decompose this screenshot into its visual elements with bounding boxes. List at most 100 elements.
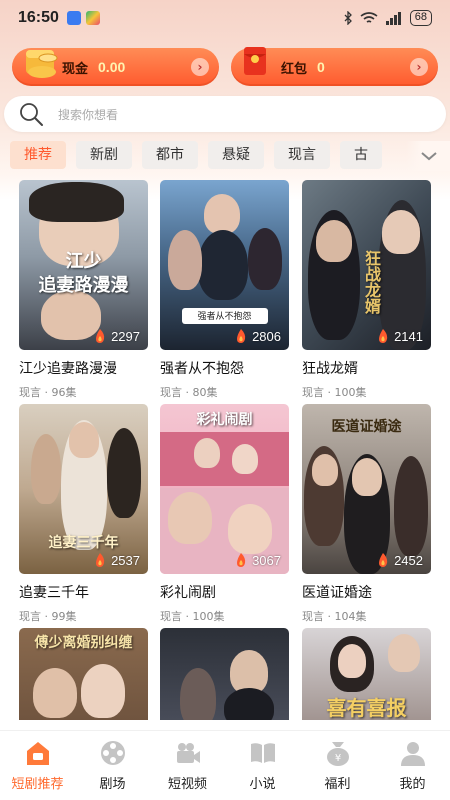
poster-overlay-title: 傅少离婚别纠缠 — [34, 635, 133, 651]
drama-title: 彩礼闹剧 — [160, 585, 216, 601]
poster-overlay-title: 强者从不抱怨 — [197, 312, 252, 322]
poster-overlay-title: 狂战龙婿 — [362, 250, 381, 314]
video-camera-icon — [176, 743, 200, 763]
book-icon — [250, 743, 275, 763]
colorful-app-icon — [85, 11, 100, 25]
flame-icon — [96, 329, 105, 343]
drama-meta: 现言 · 96集 — [19, 386, 77, 399]
drama-card[interactable]: 强者从不抱怨 2806 强者从不抱怨 现言 · 80集 — [160, 180, 289, 400]
drama-title: 狂战龙婿 — [302, 361, 358, 377]
drama-title: 江少追妻路漫漫 — [19, 361, 117, 377]
drama-poster: 狂战龙婿 2141 — [302, 180, 431, 350]
drama-title: 追妻三千年 — [19, 585, 89, 601]
poster-overlay-title: 追妻三千年 — [48, 535, 119, 551]
poster-overlay-title: 喜有喜报 — [326, 696, 407, 720]
drama-poster: 医道证婚途 2452 — [302, 404, 431, 574]
heat-indicator: 2806 — [234, 328, 281, 344]
flame-icon — [379, 553, 388, 567]
drama-card[interactable]: 追妻三千年 2537 追妻三千年 现言 · 99集 — [19, 404, 148, 624]
tab-new-drama[interactable]: 新剧 — [76, 141, 132, 169]
nav-label: 我的 — [399, 777, 426, 792]
poster-overlay-title: 江少 追妻路漫漫 — [38, 251, 129, 296]
nav-theater[interactable]: 剧场 — [75, 731, 150, 800]
battery-indicator: 68 — [409, 10, 432, 26]
film-reel-icon — [100, 741, 125, 765]
nav-label: 短视频 — [167, 777, 207, 792]
flame-icon — [237, 553, 246, 567]
shield-app-icon — [66, 11, 81, 25]
drama-meta: 现言 · 100集 — [302, 386, 367, 399]
search-bar[interactable]: 搜索你想看 — [4, 96, 446, 132]
drama-poster: 彩礼闹剧 3067 — [160, 404, 289, 574]
bluetooth-icon — [344, 11, 352, 25]
drama-poster — [160, 628, 289, 720]
gold-coin-icon — [26, 50, 58, 78]
drama-grid: 江少 追妻路漫漫 2297 江少追妻路漫漫 现言 · 96集 强者从不抱怨 28… — [19, 180, 431, 720]
heat-count: 2806 — [252, 328, 281, 344]
drama-meta: 现言 · 100集 — [160, 610, 225, 623]
cash-wallet-button[interactable]: 现金 0.00 › — [12, 48, 219, 86]
heat-count: 3067 — [252, 552, 281, 568]
red-packet-icon — [244, 47, 266, 75]
flame-icon — [96, 553, 105, 567]
gift-money-icon: ¥ — [326, 742, 349, 766]
tab-suspense[interactable]: 悬疑 — [208, 141, 264, 169]
drama-card[interactable]: 医道证婚途 2452 医道证婚途 现言 · 104集 — [302, 404, 431, 624]
heat-count: 2297 — [111, 328, 140, 344]
chevron-right-icon: › — [410, 58, 428, 76]
drama-meta: 现言 · 99集 — [19, 610, 77, 623]
tab-ancient[interactable]: 古 — [340, 141, 382, 169]
profile-icon — [400, 742, 425, 766]
category-tabs: 推荐 新剧 都市 悬疑 现言 古 — [10, 141, 450, 171]
drama-card[interactable]: 江少 追妻路漫漫 2297 江少追妻路漫漫 现言 · 96集 — [19, 180, 148, 400]
drama-poster: 傅少离婚别纠缠 — [19, 628, 148, 720]
flame-icon — [237, 329, 246, 343]
nav-welfare[interactable]: ¥ 福利 — [300, 731, 375, 800]
bottom-nav: 短剧推荐 剧场 短视频 小说 ¥ 福利 我的 — [0, 730, 450, 800]
cash-value: 0.00 — [98, 59, 126, 75]
red-packet-value: 0 — [317, 59, 325, 75]
chevron-right-icon: › — [191, 58, 209, 76]
heat-indicator: 2141 — [376, 328, 423, 344]
drama-card[interactable] — [160, 628, 289, 720]
status-notification-icons — [66, 11, 100, 25]
nav-short-video[interactable]: 短视频 — [150, 731, 225, 800]
drama-meta: 现言 · 80集 — [160, 386, 218, 399]
heat-count: 2452 — [394, 552, 423, 568]
nav-short-drama-recommend[interactable]: 短剧推荐 — [0, 731, 75, 800]
wallet-row: 现金 0.00 › 红包 0 › — [12, 47, 438, 86]
flame-icon — [379, 329, 388, 343]
nav-profile[interactable]: 我的 — [375, 731, 450, 800]
signal-icon — [385, 11, 401, 25]
drama-title: 强者从不抱怨 — [160, 361, 244, 377]
heat-indicator: 3067 — [234, 552, 281, 568]
search-placeholder: 搜索你想看 — [58, 107, 119, 122]
heat-indicator: 2297 — [93, 328, 140, 344]
search-icon — [20, 103, 43, 126]
drama-poster: 追妻三千年 2537 — [19, 404, 148, 574]
poster-overlay-title: 医道证婚途 — [331, 419, 402, 435]
nav-label: 短剧推荐 — [11, 777, 64, 792]
nav-label: 小说 — [249, 777, 276, 792]
nav-novel[interactable]: 小说 — [225, 731, 300, 800]
red-packet-wallet-button[interactable]: 红包 0 › — [231, 47, 438, 86]
heat-indicator: 2452 — [376, 552, 423, 568]
status-time: 16:50 — [18, 9, 59, 26]
svg-text:¥: ¥ — [334, 753, 340, 764]
tabs-expand-button[interactable] — [406, 141, 450, 171]
drama-card[interactable]: 傅少离婚别纠缠 — [19, 628, 148, 720]
heat-indicator: 2537 — [93, 552, 140, 568]
drama-card[interactable]: 彩礼闹剧 3067 彩礼闹剧 现言 · 100集 — [160, 404, 289, 624]
tab-recommended[interactable]: 推荐 — [10, 141, 66, 169]
wifi-icon — [360, 11, 378, 23]
poster-overlay-title: 彩礼闹剧 — [196, 412, 253, 428]
tab-modern-romance[interactable]: 现言 — [274, 141, 330, 169]
drama-card[interactable]: 狂战龙婿 2141 狂战龙婿 现言 · 100集 — [302, 180, 431, 400]
chevron-down-icon — [421, 152, 437, 161]
nav-label: 福利 — [324, 777, 351, 792]
cash-label: 现金 — [62, 61, 89, 77]
status-bar: 16:50 68 — [0, 0, 450, 36]
tab-urban[interactable]: 都市 — [142, 141, 198, 169]
heat-count: 2141 — [394, 328, 423, 344]
drama-card[interactable]: 喜有喜报 — [302, 628, 431, 720]
